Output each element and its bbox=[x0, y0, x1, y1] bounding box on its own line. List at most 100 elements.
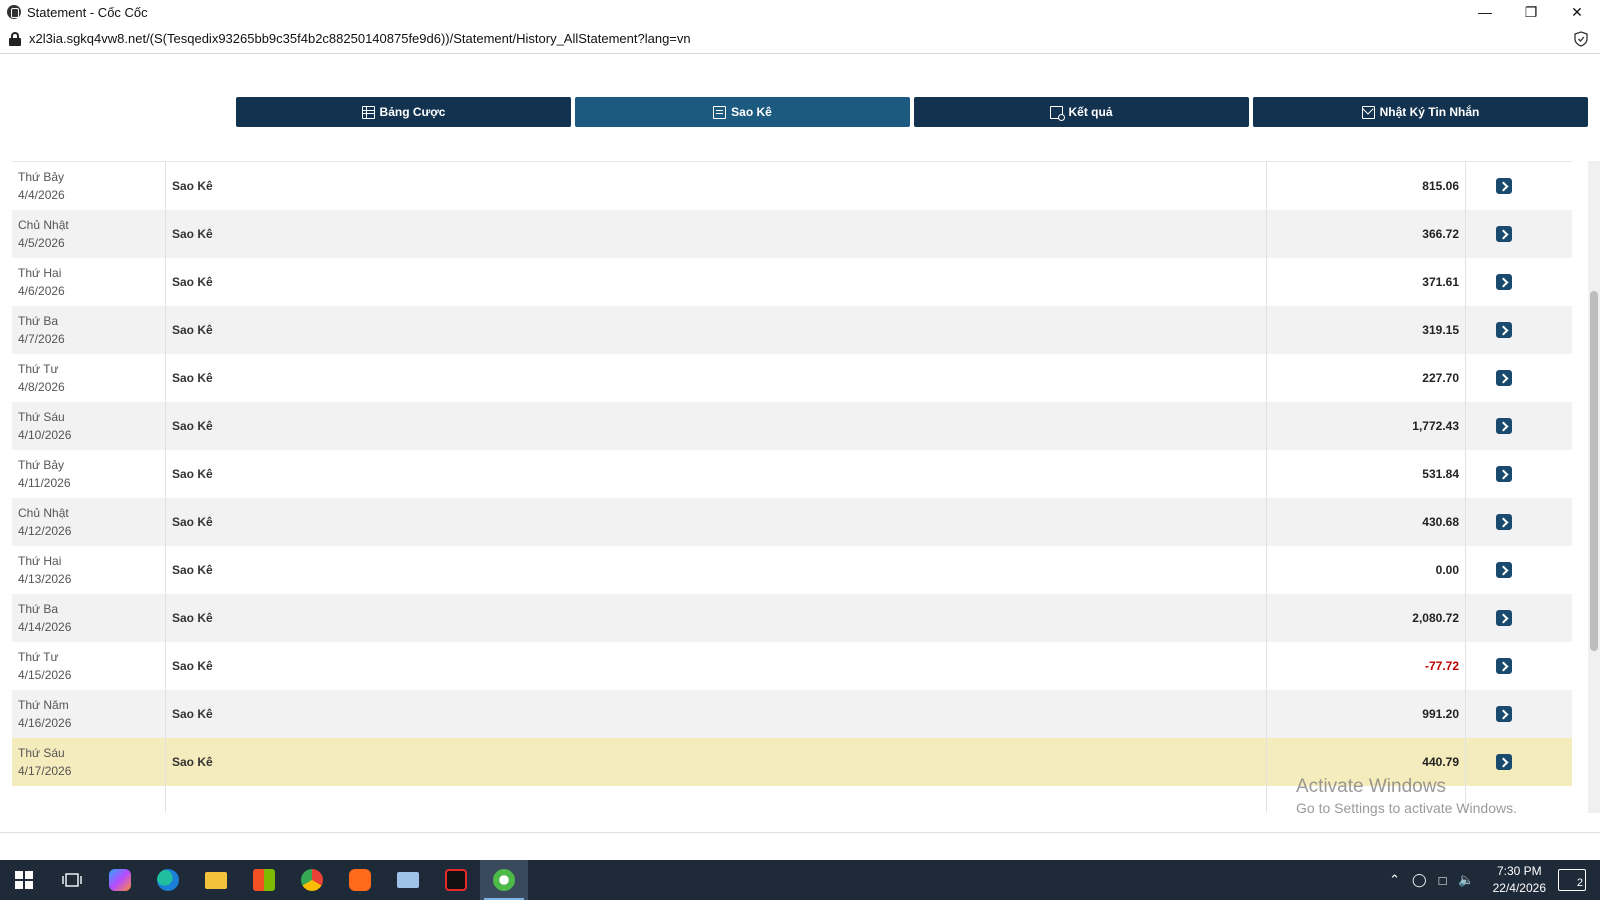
garena-button[interactable] bbox=[432, 860, 480, 900]
remote-desktop-icon bbox=[397, 872, 419, 888]
date-label: 4/13/2026 bbox=[18, 572, 72, 586]
watermark-title: Activate Windows bbox=[1296, 776, 1446, 797]
view-detail-button[interactable] bbox=[1496, 274, 1512, 290]
view-detail-button[interactable] bbox=[1496, 706, 1512, 722]
network-icon[interactable]: □ bbox=[1439, 873, 1447, 888]
date-label: 4/12/2026 bbox=[18, 524, 72, 538]
weekday-label: Thứ Hai bbox=[18, 266, 62, 280]
date-cell: Thứ Hai 4/6/2026 bbox=[12, 258, 166, 306]
store-button[interactable] bbox=[240, 860, 288, 900]
chrome-icon bbox=[301, 869, 323, 891]
lock-icon[interactable] bbox=[9, 31, 21, 46]
address-bar[interactable]: x2l3ia.sgkq4vw8.net/(S(Tesqedix93265bb9c… bbox=[0, 24, 1600, 54]
weekday-label: Thứ Bảy bbox=[18, 170, 65, 184]
amount-cell: -77.72 bbox=[1267, 642, 1466, 690]
task-view-icon bbox=[62, 873, 82, 887]
view-detail-button[interactable] bbox=[1496, 322, 1512, 338]
amount-cell: 531.84 bbox=[1267, 450, 1466, 498]
date-cell: Thứ Sáu 4/17/2026 bbox=[12, 738, 166, 786]
date-cell: Thứ Ba 4/14/2026 bbox=[12, 594, 166, 642]
amount-cell: 815.06 bbox=[1267, 162, 1466, 210]
restore-button[interactable]: ❐ bbox=[1508, 0, 1554, 24]
page-scrollbar[interactable] bbox=[1588, 161, 1600, 813]
volume-icon[interactable]: 🔈 bbox=[1458, 872, 1474, 888]
date-label: 4/11/2026 bbox=[18, 476, 71, 490]
chevron-up-icon[interactable]: ⌃ bbox=[1389, 872, 1400, 888]
type-cell: Sao Kê bbox=[166, 162, 1267, 210]
table-row: Thứ Bảy 4/11/2026 Sao Kê 531.84 bbox=[12, 450, 1572, 499]
type-cell bbox=[166, 786, 1267, 813]
clock[interactable]: 7:30 PM 22/4/2026 bbox=[1493, 863, 1546, 897]
media-player-button[interactable] bbox=[336, 860, 384, 900]
view-detail-button[interactable] bbox=[1496, 226, 1512, 242]
meet-now-icon[interactable]: ◯ bbox=[1412, 872, 1427, 888]
table-icon bbox=[361, 105, 375, 119]
nav-sao-ke-button[interactable]: Sao Kê bbox=[575, 97, 910, 127]
copilot-icon bbox=[109, 869, 131, 891]
date-cell: Thứ Sáu 4/10/2026 bbox=[12, 402, 166, 450]
windows-logo-icon bbox=[15, 871, 33, 889]
date-label: 4/7/2026 bbox=[18, 332, 65, 346]
amount-cell: 430.68 bbox=[1267, 498, 1466, 546]
system-tray: ⌃ ◯ □ 🔈 7:30 PM 22/4/2026 2 bbox=[1383, 860, 1600, 900]
document-icon bbox=[713, 105, 727, 119]
file-explorer-button[interactable] bbox=[192, 860, 240, 900]
view-detail-button[interactable] bbox=[1496, 178, 1512, 194]
chrome-button[interactable] bbox=[288, 860, 336, 900]
copilot-button[interactable] bbox=[96, 860, 144, 900]
amount-cell: 227.70 bbox=[1267, 354, 1466, 402]
table-row: Thứ Năm 4/16/2026 Sao Kê 991.20 bbox=[12, 690, 1572, 739]
action-cell bbox=[1466, 306, 1542, 354]
type-cell: Sao Kê bbox=[166, 354, 1267, 402]
view-detail-button[interactable] bbox=[1496, 658, 1512, 674]
action-cell bbox=[1466, 162, 1542, 210]
nav-bang-cuoc-button[interactable]: Bảng Cược bbox=[236, 97, 571, 127]
remote-desktop-button[interactable] bbox=[384, 860, 432, 900]
view-detail-button[interactable] bbox=[1496, 754, 1512, 770]
nav-nhat-ky-tin-nhan-button[interactable]: Nhật Ký Tin Nhắn bbox=[1253, 97, 1588, 127]
type-cell: Sao Kê bbox=[166, 690, 1267, 738]
task-view-button[interactable] bbox=[48, 860, 96, 900]
taskbar: ⌃ ◯ □ 🔈 7:30 PM 22/4/2026 2 bbox=[0, 860, 1600, 900]
action-cell bbox=[1466, 258, 1542, 306]
view-detail-button[interactable] bbox=[1496, 418, 1512, 434]
weekday-label: Thứ Ba bbox=[18, 602, 59, 616]
edge-button[interactable] bbox=[144, 860, 192, 900]
amount-cell: 991.20 bbox=[1267, 690, 1466, 738]
minimize-button[interactable]: — bbox=[1462, 0, 1508, 24]
url-text[interactable]: x2l3ia.sgkq4vw8.net/(S(Tesqedix93265bb9c… bbox=[29, 31, 691, 46]
scrollbar-thumb[interactable] bbox=[1590, 291, 1598, 651]
table-row: Thứ Sáu 4/10/2026 Sao Kê 1,772.43 bbox=[12, 402, 1572, 451]
window-title: Statement - Cốc Cốc bbox=[27, 4, 148, 20]
coccoc-taskbar-button[interactable] bbox=[480, 860, 528, 900]
type-cell: Sao Kê bbox=[166, 546, 1267, 594]
table-row: Chủ Nhật 4/5/2026 Sao Kê 366.72 bbox=[12, 210, 1572, 259]
garena-icon bbox=[445, 869, 467, 891]
shield-icon[interactable] bbox=[1574, 31, 1588, 47]
amount-cell: 366.72 bbox=[1267, 210, 1466, 258]
table-row: Thứ Bảy 4/4/2026 Sao Kê 815.06 bbox=[12, 162, 1572, 211]
view-detail-button[interactable] bbox=[1496, 370, 1512, 386]
notification-center-button[interactable]: 2 bbox=[1558, 869, 1586, 891]
date-cell: Thứ Năm 4/16/2026 bbox=[12, 690, 166, 738]
statement-nav: Bảng Cược Sao Kê Kết quả Nhật Ký Tin Nhắ… bbox=[236, 97, 1588, 127]
date-label: 4/4/2026 bbox=[18, 188, 65, 202]
view-detail-button[interactable] bbox=[1496, 514, 1512, 530]
edge-icon bbox=[157, 869, 179, 891]
action-cell bbox=[1466, 402, 1542, 450]
action-cell bbox=[1466, 210, 1542, 258]
view-detail-button[interactable] bbox=[1496, 562, 1512, 578]
window-controls: — ❐ ✕ bbox=[1462, 0, 1600, 24]
date-label: 4/16/2026 bbox=[18, 716, 72, 730]
date-label: 4/14/2026 bbox=[18, 620, 72, 634]
view-detail-button[interactable] bbox=[1496, 466, 1512, 482]
close-button[interactable]: ✕ bbox=[1554, 0, 1600, 24]
type-cell: Sao Kê bbox=[166, 594, 1267, 642]
date-label: 4/15/2026 bbox=[18, 668, 72, 682]
start-button[interactable] bbox=[0, 860, 48, 900]
view-detail-button[interactable] bbox=[1496, 610, 1512, 626]
action-cell bbox=[1466, 498, 1542, 546]
table-row: Thứ Ba 4/7/2026 Sao Kê 319.15 bbox=[12, 306, 1572, 355]
table-row: Thứ Hai 4/6/2026 Sao Kê 371.61 bbox=[12, 258, 1572, 307]
nav-ket-qua-button[interactable]: Kết quả bbox=[914, 97, 1249, 127]
